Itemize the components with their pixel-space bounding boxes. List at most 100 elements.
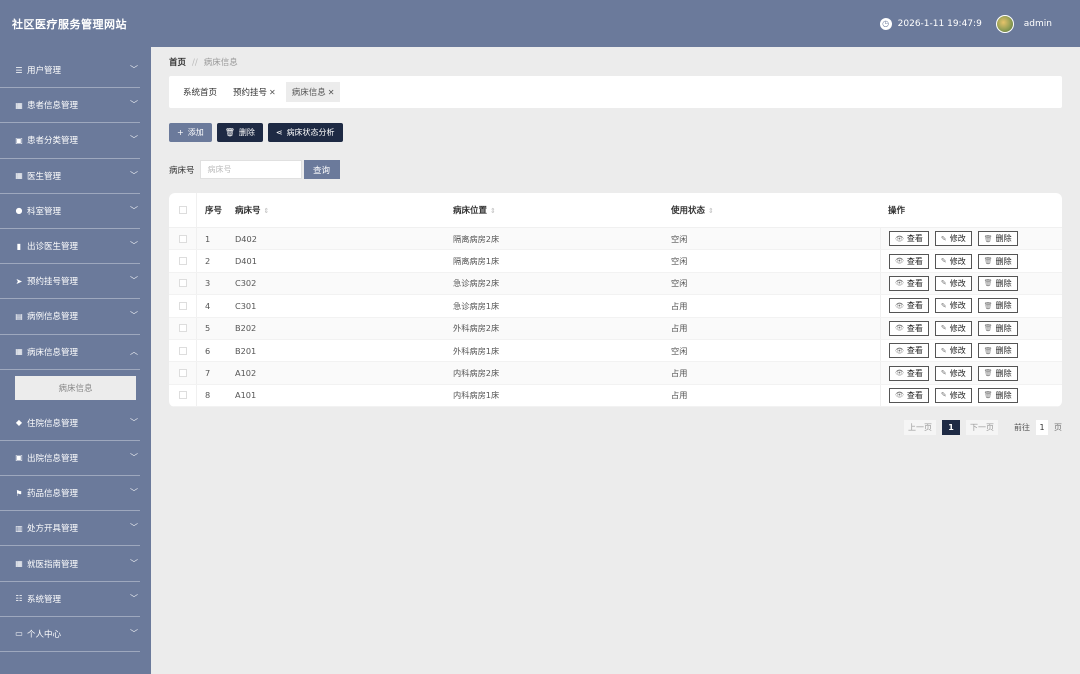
row-checkbox[interactable] <box>178 369 187 378</box>
table-row: 6 B201 外科病房1床 空闲 👁 查看 ✎ 修改 🗑 删除 <box>169 339 1062 363</box>
view-button[interactable]: 👁 查看 <box>889 231 929 247</box>
row-delete-button-label: 删除 <box>995 368 1012 378</box>
row-checkbox[interactable] <box>178 257 187 266</box>
delete-button[interactable]: 🗑 删除 <box>216 123 263 142</box>
sidebar-item[interactable]: ⚑ 药品信息管理 ﹀ <box>0 476 140 512</box>
edit-button[interactable]: ✎ 修改 <box>934 343 972 359</box>
prev-page-button[interactable]: 上一页 <box>904 420 936 435</box>
view-button-label: 查看 <box>906 256 923 266</box>
row-checkbox[interactable] <box>178 301 187 310</box>
sort-icon[interactable]: ⇕ <box>490 207 496 215</box>
chevron-down-icon: ﹀ <box>130 276 138 286</box>
row-checkbox[interactable] <box>178 346 187 355</box>
view-button[interactable]: 👁 查看 <box>889 343 929 359</box>
chevron-down-icon: ﹀ <box>130 135 138 145</box>
view-button[interactable]: 👁 查看 <box>889 298 929 314</box>
cell-status: 空闲 <box>671 256 688 267</box>
edit-button[interactable]: ✎ 修改 <box>934 298 972 314</box>
row-delete-button-label: 删除 <box>995 278 1012 288</box>
sidebar-item[interactable]: ▦ 病床信息管理 ︿ <box>0 335 140 370</box>
sidebar-subitem-bed-info[interactable]: 病床信息 <box>15 375 136 400</box>
cell-bed-no: A102 <box>235 368 257 379</box>
header-username[interactable]: admin <box>1024 19 1052 29</box>
row-checkbox[interactable] <box>178 279 187 288</box>
sidebar-item[interactable]: ▤ 病例信息管理 ﹀ <box>0 299 140 335</box>
eye-icon: 👁 <box>895 369 904 378</box>
row-delete-button[interactable]: 🗑 删除 <box>977 275 1018 291</box>
cell-bed-no: D402 <box>235 233 257 244</box>
edit-button[interactable]: ✎ 修改 <box>934 275 972 291</box>
sidebar-item[interactable]: ▣ 患者分类管理 ﹀ <box>0 123 140 159</box>
row-delete-button[interactable]: 🗑 删除 <box>977 231 1018 247</box>
select-all-checkbox[interactable] <box>178 206 187 214</box>
header-bed-no[interactable]: 病床号 ⇕ <box>227 204 445 216</box>
view-button[interactable]: 👁 查看 <box>889 253 929 269</box>
sidebar-item[interactable]: ▦ 就医指南管理 ﹀ <box>0 546 140 582</box>
view-button-label: 查看 <box>906 234 923 244</box>
query-button[interactable]: 查询 <box>303 160 340 179</box>
avatar[interactable] <box>995 14 1014 33</box>
close-icon[interactable]: ✕ <box>269 88 276 97</box>
bed-status-analysis-button[interactable]: ⋖ 病床状态分析 <box>267 123 343 142</box>
sidebar-item[interactable]: ◆ 住院信息管理 ﹀ <box>0 406 140 441</box>
row-delete-button[interactable]: 🗑 删除 <box>977 387 1018 403</box>
header-position[interactable]: 病床位置 ⇕ <box>445 204 663 216</box>
close-icon[interactable]: ✕ <box>328 88 335 97</box>
row-checkbox[interactable] <box>178 324 187 333</box>
goto-page-input[interactable]: 1 <box>1036 420 1048 435</box>
search-label: 病床号 <box>169 165 195 176</box>
current-page[interactable]: 1 <box>942 420 960 435</box>
row-delete-button[interactable]: 🗑 删除 <box>977 253 1018 269</box>
row-delete-button-label: 删除 <box>995 256 1012 266</box>
edit-button[interactable]: ✎ 修改 <box>934 253 972 269</box>
cell-ops: 👁 查看 ✎ 修改 🗑 删除 <box>880 272 1062 295</box>
view-button[interactable]: 👁 查看 <box>889 320 929 336</box>
sidebar-item[interactable]: ▥ 处方开具管理 ﹀ <box>0 511 140 547</box>
row-delete-button[interactable]: 🗑 删除 <box>977 343 1018 359</box>
header-status[interactable]: 使用状态 ⇕ <box>663 204 880 216</box>
table-row: 8 A101 内科病房1床 占用 👁 查看 ✎ 修改 🗑 删除 <box>169 384 1062 407</box>
trash-icon: 🗑 <box>983 346 993 355</box>
next-page-button[interactable]: 下一页 <box>966 420 998 435</box>
tab-appointment[interactable]: 预约挂号 ✕ <box>227 82 282 102</box>
sidebar-item-label: 处方开具管理 <box>27 524 79 535</box>
menu-icon: ▦ <box>15 100 23 110</box>
sort-icon[interactable]: ⇕ <box>708 207 714 215</box>
row-delete-button[interactable]: 🗑 删除 <box>977 365 1018 381</box>
row-delete-button[interactable]: 🗑 删除 <box>977 320 1018 336</box>
header-position-label: 病床位置 <box>453 206 488 216</box>
menu-icon: ☰ <box>15 65 23 75</box>
view-button[interactable]: 👁 查看 <box>889 365 929 381</box>
clock-icon: ◷ <box>879 17 892 30</box>
sort-icon[interactable]: ⇕ <box>264 207 270 215</box>
sidebar-item[interactable]: ▮ 出诊医生管理 ﹀ <box>0 229 140 265</box>
menu-icon: ▤ <box>15 311 23 321</box>
tab-bed-info[interactable]: 病床信息 ✕ <box>285 82 341 102</box>
edit-button-label: 修改 <box>949 301 966 311</box>
row-delete-button[interactable]: 🗑 删除 <box>977 298 1018 314</box>
edit-button[interactable]: ✎ 修改 <box>934 387 972 403</box>
sidebar-item[interactable]: ▦ 患者信息管理 ﹀ <box>0 88 140 124</box>
sidebar-item-label: 医生管理 <box>27 171 62 182</box>
row-delete-button-label: 删除 <box>995 346 1012 356</box>
edit-icon: ✎ <box>940 346 947 355</box>
sidebar-item[interactable]: ● 科室管理 ﹀ <box>0 194 140 229</box>
row-checkbox[interactable] <box>178 234 187 243</box>
add-button[interactable]: + 添加 <box>169 123 212 142</box>
sidebar-item[interactable]: ☰ 用户管理 ﹀ <box>0 53 140 89</box>
sidebar-item[interactable]: ☷ 系统管理 ﹀ <box>0 582 140 617</box>
tab-home[interactable]: 系统首页 <box>177 82 223 102</box>
sidebar-item[interactable]: ▣ 出院信息管理 ﹀ <box>0 441 140 477</box>
sidebar-item[interactable]: ▦ 医生管理 ﹀ <box>0 159 140 194</box>
cell-status: 空闲 <box>671 233 688 244</box>
edit-button[interactable]: ✎ 修改 <box>934 365 972 381</box>
bed-no-search-input[interactable]: 病床号 <box>199 160 302 179</box>
sidebar-item[interactable]: ▭ 个人中心 ﹀ <box>0 617 140 652</box>
edit-button[interactable]: ✎ 修改 <box>934 320 972 336</box>
breadcrumb-home[interactable]: 首页 <box>169 58 186 68</box>
edit-button[interactable]: ✎ 修改 <box>934 231 972 247</box>
view-button[interactable]: 👁 查看 <box>889 387 929 403</box>
view-button[interactable]: 👁 查看 <box>889 275 929 291</box>
sidebar-item[interactable]: ➤ 预约挂号管理 ﹀ <box>0 264 140 300</box>
row-checkbox[interactable] <box>178 391 187 400</box>
